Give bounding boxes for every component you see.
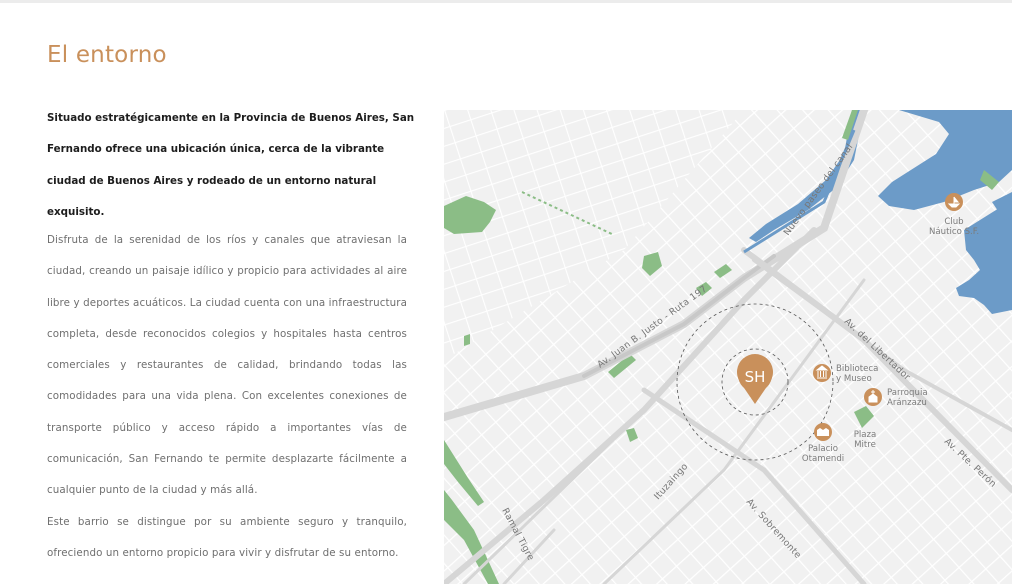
section-title: El entorno: [47, 42, 167, 68]
poi-label: Palacio: [808, 444, 838, 454]
description-paragraph-2: Este barrio se distingue por su ambiente…: [47, 516, 407, 560]
lead-paragraph: Situado estratégicamente en la Provincia…: [47, 112, 415, 218]
poi-label: Náutico S.F.: [929, 227, 979, 237]
poi-plaza-mitre[interactable]: Plaza Mitre: [854, 430, 877, 450]
poi-label: Parroquia: [887, 388, 928, 398]
marker-label: SH: [745, 368, 766, 386]
poi-label: Plaza: [854, 430, 877, 440]
poi-label: Biblioteca: [836, 364, 878, 374]
poi-biblioteca[interactable]: Biblioteca y Museo: [813, 364, 878, 384]
poi-label: Mitre: [854, 440, 876, 450]
top-divider: [0, 0, 1012, 3]
poi-label: Aránzazu: [887, 398, 927, 408]
description-paragraph-1: Disfruta de la serenidad de los ríos y c…: [47, 234, 407, 497]
poi-parroquia[interactable]: Parroquia Aránzazu: [864, 388, 928, 408]
poi-label: Otamendi: [802, 454, 844, 464]
poi-label: Club: [944, 217, 963, 227]
poi-label: y Museo: [836, 374, 872, 384]
location-map[interactable]: Av. Juan B. Justo - Ruta 197 Nuevo paseo…: [444, 110, 1012, 584]
